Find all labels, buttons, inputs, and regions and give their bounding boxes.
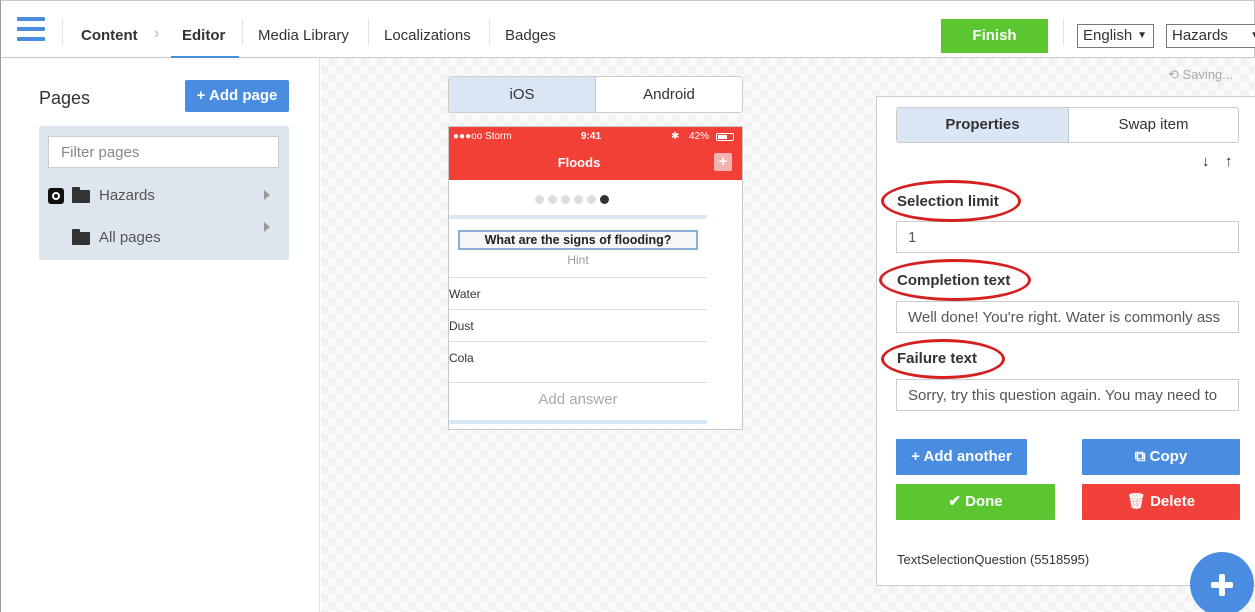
selection-limit-input[interactable] — [896, 221, 1239, 253]
item-type-label: TextSelectionQuestion (5518595) — [897, 552, 1090, 567]
nav-separator — [62, 19, 63, 45]
tree-item-label: Hazards — [99, 187, 155, 204]
filter-pages-input[interactable] — [48, 136, 279, 168]
saving-text: Saving... — [1182, 67, 1234, 82]
copy-button[interactable]: ⧉ Copy — [1082, 439, 1240, 475]
tree-item-all-pages[interactable]: All pages — [39, 222, 289, 250]
status-time: 9:41 — [581, 131, 602, 142]
platform-toggle: iOS Android — [448, 76, 743, 113]
move-down-icon[interactable]: ↓ — [1202, 153, 1210, 170]
add-answer-button[interactable]: Add answer — [449, 382, 707, 416]
nav-separator — [1063, 19, 1064, 45]
top-navbar: Content › Editor Media Library Localizat… — [0, 0, 1255, 59]
phone-title-bar: ●●●oo Storm 9:41 ✱ 42% Floods + — [449, 127, 742, 180]
page-dot — [548, 195, 557, 204]
caret-down-icon: ▼ — [1250, 25, 1255, 47]
add-page-button[interactable]: + Add page — [185, 80, 289, 112]
answer-item[interactable]: Dust — [449, 309, 707, 341]
tab-localizations[interactable]: Localizations — [384, 27, 471, 44]
properties-panel: Properties Swap item ↓ ↑ Selection limit… — [876, 96, 1255, 586]
completion-text-label: Completion text — [897, 272, 1011, 289]
finish-button[interactable]: Finish — [941, 19, 1048, 53]
battery-icon — [716, 133, 734, 141]
pages-sidebar: Pages + Add page Hazards All pages — [0, 58, 320, 612]
folder-icon — [72, 229, 90, 245]
answer-label: Cola — [449, 351, 474, 365]
saving-indicator: ⟲ Saving... — [1168, 67, 1233, 83]
properties-tabs: Properties Swap item — [896, 107, 1239, 143]
hint-text[interactable]: Hint — [449, 253, 707, 267]
page-dot — [535, 195, 544, 204]
caret-down-icon: ▼ — [1137, 30, 1147, 41]
status-battery: 42% — [689, 131, 710, 142]
selection-limit-label: Selection limit — [897, 193, 999, 210]
status-carrier: ●●●oo Storm — [453, 131, 512, 142]
nav-separator — [242, 19, 243, 45]
failure-text-input[interactable] — [896, 379, 1239, 411]
section-divider — [449, 420, 707, 424]
hamburger-menu-icon[interactable] — [17, 17, 45, 41]
app-select-value: Hazards — [1172, 27, 1228, 44]
completion-text-input[interactable] — [896, 301, 1239, 333]
phone-preview: ●●●oo Storm 9:41 ✱ 42% Floods + What are… — [448, 126, 743, 430]
tab-swap-item[interactable]: Swap item — [1069, 108, 1238, 142]
expand-arrow-icon[interactable] — [264, 190, 270, 200]
answer-label: Dust — [449, 319, 474, 333]
question-text-field[interactable]: What are the signs of flooding? — [458, 230, 698, 250]
answer-label: Water — [449, 287, 481, 301]
page-dot — [561, 195, 570, 204]
pages-tree-panel: Hazards All pages — [39, 126, 289, 260]
refresh-icon: ⟲ — [1168, 67, 1179, 82]
tree-item-label: All pages — [99, 229, 161, 246]
page-dot — [574, 195, 583, 204]
language-select[interactable]: English ▼ — [1077, 24, 1154, 48]
expand-arrow-icon[interactable] — [264, 222, 270, 232]
folder-icon — [72, 187, 90, 203]
done-button[interactable]: ✔ Done — [896, 484, 1055, 520]
tab-properties[interactable]: Properties — [897, 108, 1069, 142]
platform-tab-ios[interactable]: iOS — [449, 77, 596, 112]
move-up-icon[interactable]: ↑ — [1225, 153, 1233, 170]
floating-add-button[interactable] — [1190, 552, 1254, 612]
delete-button[interactable]: 🗑 Delete — [1082, 484, 1240, 520]
phone-add-icon[interactable]: + — [714, 153, 732, 171]
phone-page-title: Floods — [557, 155, 601, 170]
tab-badges[interactable]: Badges — [505, 27, 556, 44]
platform-tab-android[interactable]: Android — [596, 77, 742, 112]
failure-text-label: Failure text — [897, 350, 978, 367]
answer-item[interactable]: Water — [449, 277, 707, 309]
breadcrumb-content[interactable]: Content — [81, 27, 138, 44]
answer-item[interactable]: Cola — [449, 341, 707, 373]
page-dot-current — [600, 195, 609, 204]
app-select[interactable]: Hazards ▼ — [1166, 24, 1255, 48]
pages-title: Pages — [39, 88, 91, 108]
bluetooth-icon: ✱ — [671, 131, 680, 142]
language-select-value: English — [1083, 27, 1133, 44]
tab-editor[interactable]: Editor — [182, 27, 225, 44]
page-dot — [587, 195, 596, 204]
breadcrumb-chevron-icon: › — [154, 25, 160, 42]
tree-item-hazards[interactable]: Hazards — [39, 184, 289, 208]
section-divider — [449, 215, 707, 219]
add-another-button[interactable]: + Add another — [896, 439, 1027, 475]
nav-separator — [489, 19, 490, 45]
nav-separator — [368, 19, 369, 45]
tab-media-library[interactable]: Media Library — [258, 27, 349, 44]
